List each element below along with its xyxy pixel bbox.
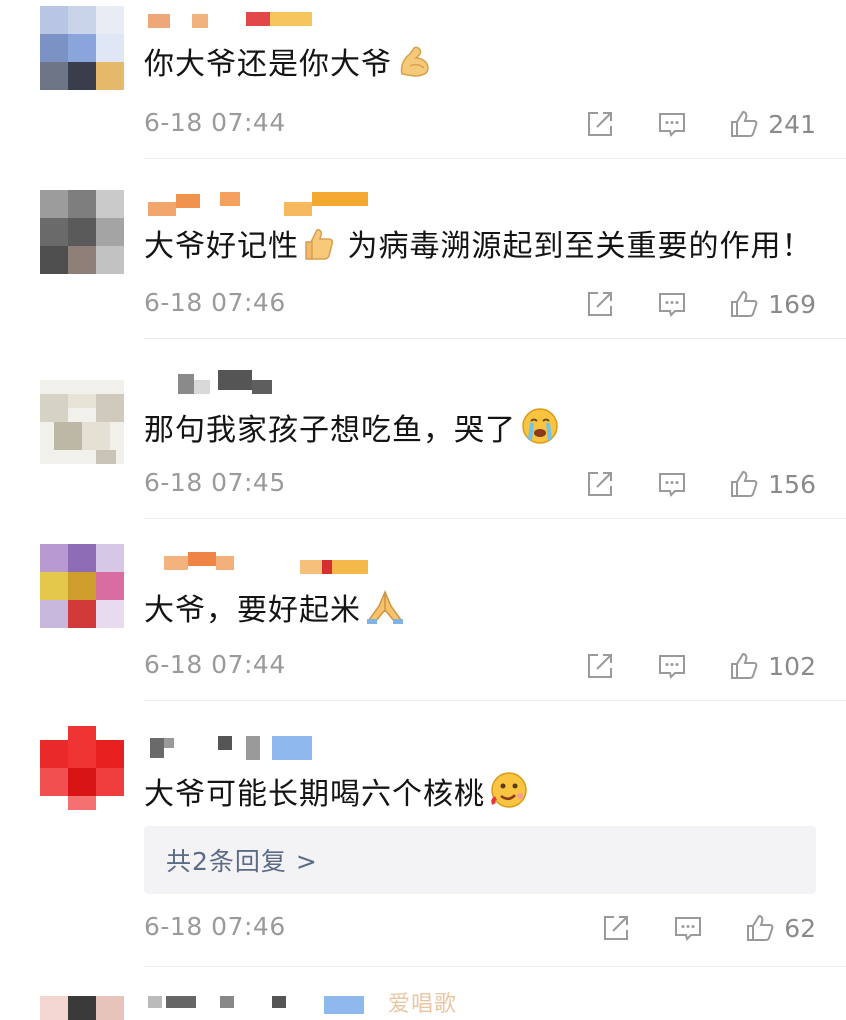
share-icon[interactable] xyxy=(600,912,632,944)
avatar[interactable] xyxy=(40,380,124,464)
comment-meta: 6-18 07:44 241 xyxy=(144,104,816,144)
divider xyxy=(144,966,846,967)
like-count: 156 xyxy=(768,469,816,499)
avatar[interactable] xyxy=(40,6,124,90)
reply-summary-button[interactable]: 共2条回复 > xyxy=(144,826,816,894)
comment-text: 大爷，要好起米 xyxy=(144,588,405,637)
like-button[interactable]: 169 xyxy=(728,288,816,320)
avatar[interactable] xyxy=(40,726,124,810)
thumbs-up-icon xyxy=(728,288,760,320)
comment-item: 大爷可能长期喝六个核桃 共2条回复 > 6-18 07:46 62 xyxy=(0,722,846,967)
divider xyxy=(144,158,846,159)
avatar[interactable] xyxy=(40,996,124,1020)
comment-text: 那句我家孩子想吃鱼，哭了 xyxy=(144,406,560,457)
comment-icon[interactable] xyxy=(656,108,688,140)
action-bar: 102 xyxy=(584,646,816,686)
action-bar: 169 xyxy=(584,284,816,324)
share-icon[interactable] xyxy=(584,650,616,682)
comment-icon[interactable] xyxy=(672,912,704,944)
reply-summary-text: 共2条回复 > xyxy=(166,847,318,876)
like-button[interactable]: 156 xyxy=(728,468,816,500)
like-count: 241 xyxy=(768,109,816,139)
flexed-biceps-icon xyxy=(396,44,432,91)
share-icon[interactable] xyxy=(584,468,616,500)
thumbs-up-icon xyxy=(728,108,760,140)
like-count: 62 xyxy=(784,913,816,943)
timestamp: 6-18 07:46 xyxy=(144,288,286,317)
thumbs-up-icon xyxy=(728,468,760,500)
divider xyxy=(144,338,846,339)
timestamp: 6-18 07:46 xyxy=(144,912,286,941)
like-count: 169 xyxy=(768,289,816,319)
comment-text: 大爷可能长期喝六个核桃 xyxy=(144,770,529,821)
thumbs-up-emoji-icon xyxy=(303,226,337,273)
thumbs-up-icon xyxy=(744,912,776,944)
comment-icon[interactable] xyxy=(656,288,688,320)
timestamp: 6-18 07:45 xyxy=(144,468,286,497)
comment-text: 你大爷还是你大爷 xyxy=(144,44,432,91)
action-bar: 241 xyxy=(584,104,816,144)
like-count: 102 xyxy=(768,651,816,681)
comment-item: 那句我家孩子想吃鱼，哭了 6-18 07:45 156 xyxy=(0,360,846,520)
comment-text: 大爷好记性 为病毒溯源起到至关重要的作用！ xyxy=(144,226,813,273)
comment-meta: 6-18 07:45 156 xyxy=(144,464,816,504)
comment-icon[interactable] xyxy=(656,468,688,500)
timestamp: 6-18 07:44 xyxy=(144,650,286,679)
divider xyxy=(144,518,846,519)
crying-face-icon xyxy=(520,406,560,457)
comment-item: 你大爷还是你大爷 6-18 07:44 241 xyxy=(0,0,846,160)
comment-item: 大爷好记性 为病毒溯源起到至关重要的作用！ 6-18 07:46 169 xyxy=(0,180,846,340)
comment-list: 你大爷还是你大爷 6-18 07:44 241 大爷好记性 为病毒溯源起到至关重… xyxy=(0,0,846,1020)
avatar[interactable] xyxy=(40,544,124,628)
comment-meta: 6-18 07:46 169 xyxy=(144,284,816,324)
divider xyxy=(144,700,846,701)
comment-meta: 6-18 07:44 102 xyxy=(144,646,816,686)
thumbs-up-icon xyxy=(728,650,760,682)
like-button[interactable]: 62 xyxy=(744,912,816,944)
watermark: 爱唱歌 xyxy=(388,992,458,1017)
comment-icon[interactable] xyxy=(656,650,688,682)
action-bar: 62 xyxy=(600,908,816,948)
drooling-face-icon xyxy=(489,770,529,821)
timestamp: 6-18 07:44 xyxy=(144,108,286,137)
like-button[interactable]: 241 xyxy=(728,108,816,140)
comment-item: 大爷，要好起米 6-18 07:44 102 xyxy=(0,540,846,701)
share-icon[interactable] xyxy=(584,288,616,320)
comment-meta: 6-18 07:46 62 xyxy=(144,908,816,948)
folded-hands-icon xyxy=(365,588,405,637)
like-button[interactable]: 102 xyxy=(728,650,816,682)
action-bar: 156 xyxy=(584,464,816,504)
avatar[interactable] xyxy=(40,190,124,274)
share-icon[interactable] xyxy=(584,108,616,140)
